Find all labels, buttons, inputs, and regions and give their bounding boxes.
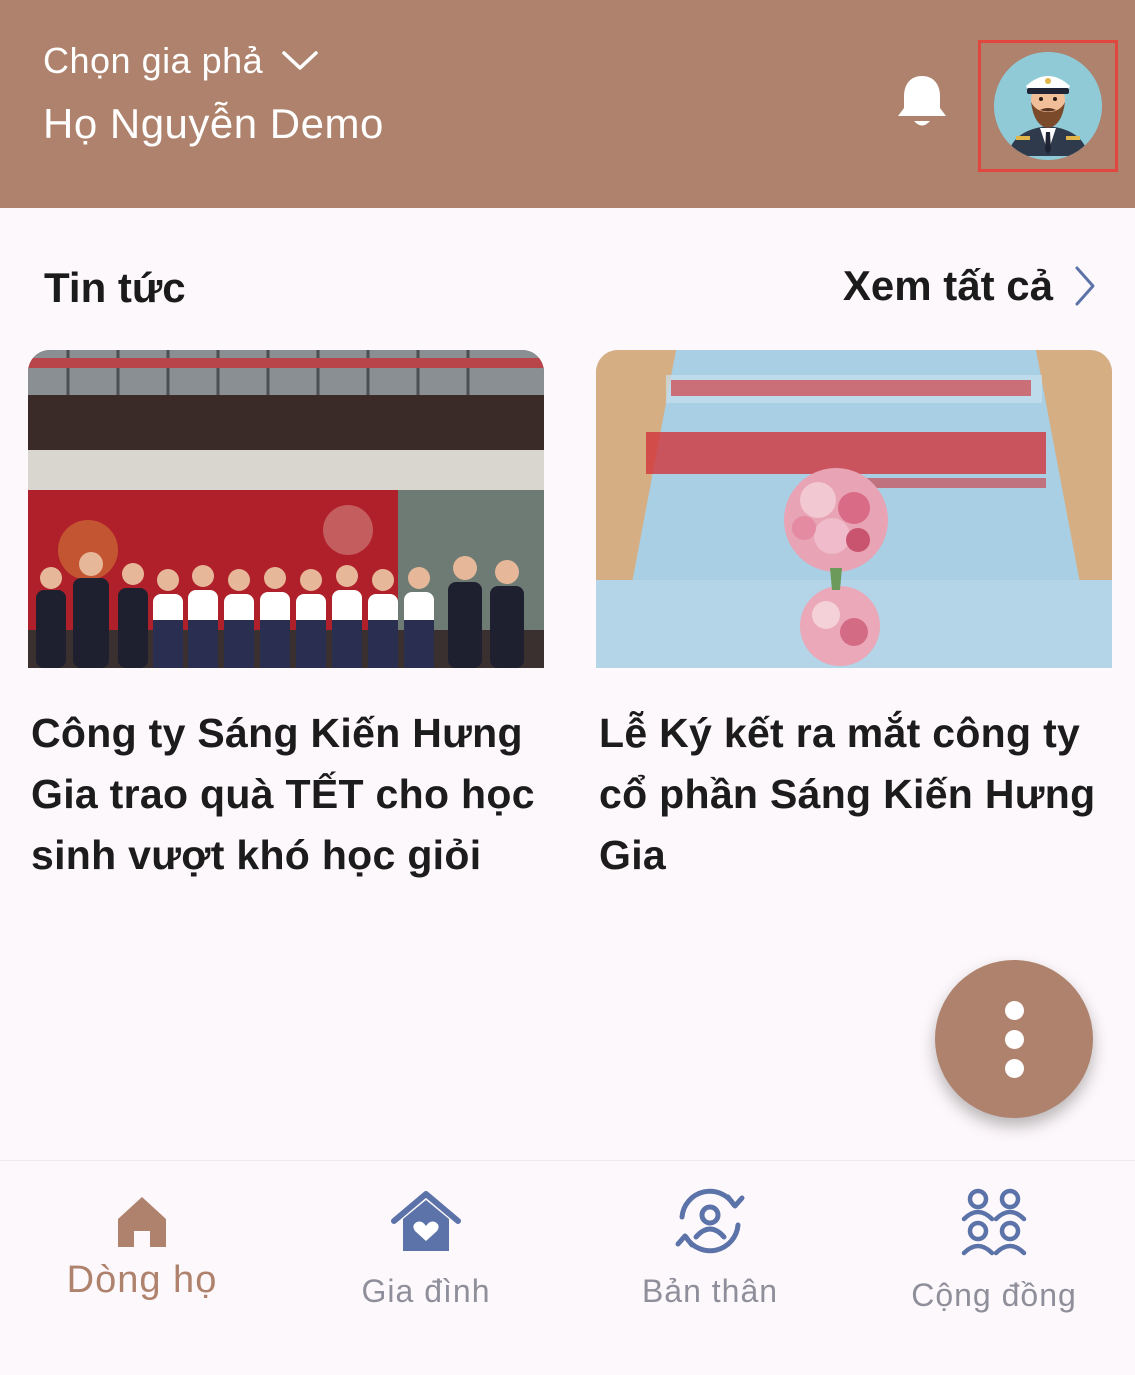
nav-item-cong-dong[interactable]: Cộng đồng (852, 1161, 1135, 1375)
self-profile-icon (675, 1188, 745, 1254)
news-card-title: Công ty Sáng Kiến Hưng Gia trao quà TẾT … (31, 710, 535, 878)
nav-label: Bản thân (641, 1273, 779, 1309)
dot-icon (1004, 1000, 1024, 1020)
news-section-title: Tin tức (44, 264, 186, 311)
more-options-fab[interactable] (935, 960, 1093, 1118)
nav-label: Gia đình (361, 1273, 491, 1309)
bottom-navigation: Dòng họ Gia đình Bản thân Cộng đồng (0, 1160, 1135, 1375)
news-card[interactable]: Lễ Ký kết ra mắt công ty cổ phần Sáng Ki… (596, 350, 1112, 886)
chevron-right-icon (1075, 266, 1095, 306)
news-thumbnail-image (28, 350, 544, 668)
dot-icon (1004, 1058, 1024, 1078)
app-header: Chọn gia phả Họ Nguyễn Demo (0, 0, 1135, 208)
nav-label: Dòng họ (66, 1259, 218, 1301)
nav-label: Cộng đồng (911, 1277, 1077, 1313)
community-icon (961, 1188, 1027, 1256)
home-icon (118, 1197, 166, 1247)
news-thumbnail-image (596, 350, 1112, 668)
user-avatar-button[interactable] (978, 40, 1118, 172)
dot-icon (1004, 1029, 1024, 1049)
nav-item-dong-ho[interactable]: Dòng họ (0, 1161, 284, 1375)
chevron-down-icon (282, 51, 318, 70)
see-all-label: Xem tất cả (842, 262, 1053, 309)
family-home-icon (391, 1191, 461, 1251)
notification-bell-icon[interactable] (893, 72, 951, 132)
nav-item-ban-than[interactable]: Bản thân (568, 1161, 852, 1375)
see-all-news-link[interactable]: Xem tất cả (843, 262, 1097, 310)
news-card-title: Lễ Ký kết ra mắt công ty cổ phần Sáng Ki… (599, 710, 1096, 878)
nav-item-gia-dinh[interactable]: Gia đình (284, 1161, 568, 1375)
avatar (994, 52, 1102, 160)
selected-family-name: Họ Nguyễn Demo (43, 100, 384, 147)
family-tree-picker[interactable]: Chọn gia phả (43, 40, 319, 82)
family-picker-label: Chọn gia phả (43, 40, 264, 81)
news-card[interactable]: Công ty Sáng Kiến Hưng Gia trao quà TẾT … (28, 350, 544, 886)
